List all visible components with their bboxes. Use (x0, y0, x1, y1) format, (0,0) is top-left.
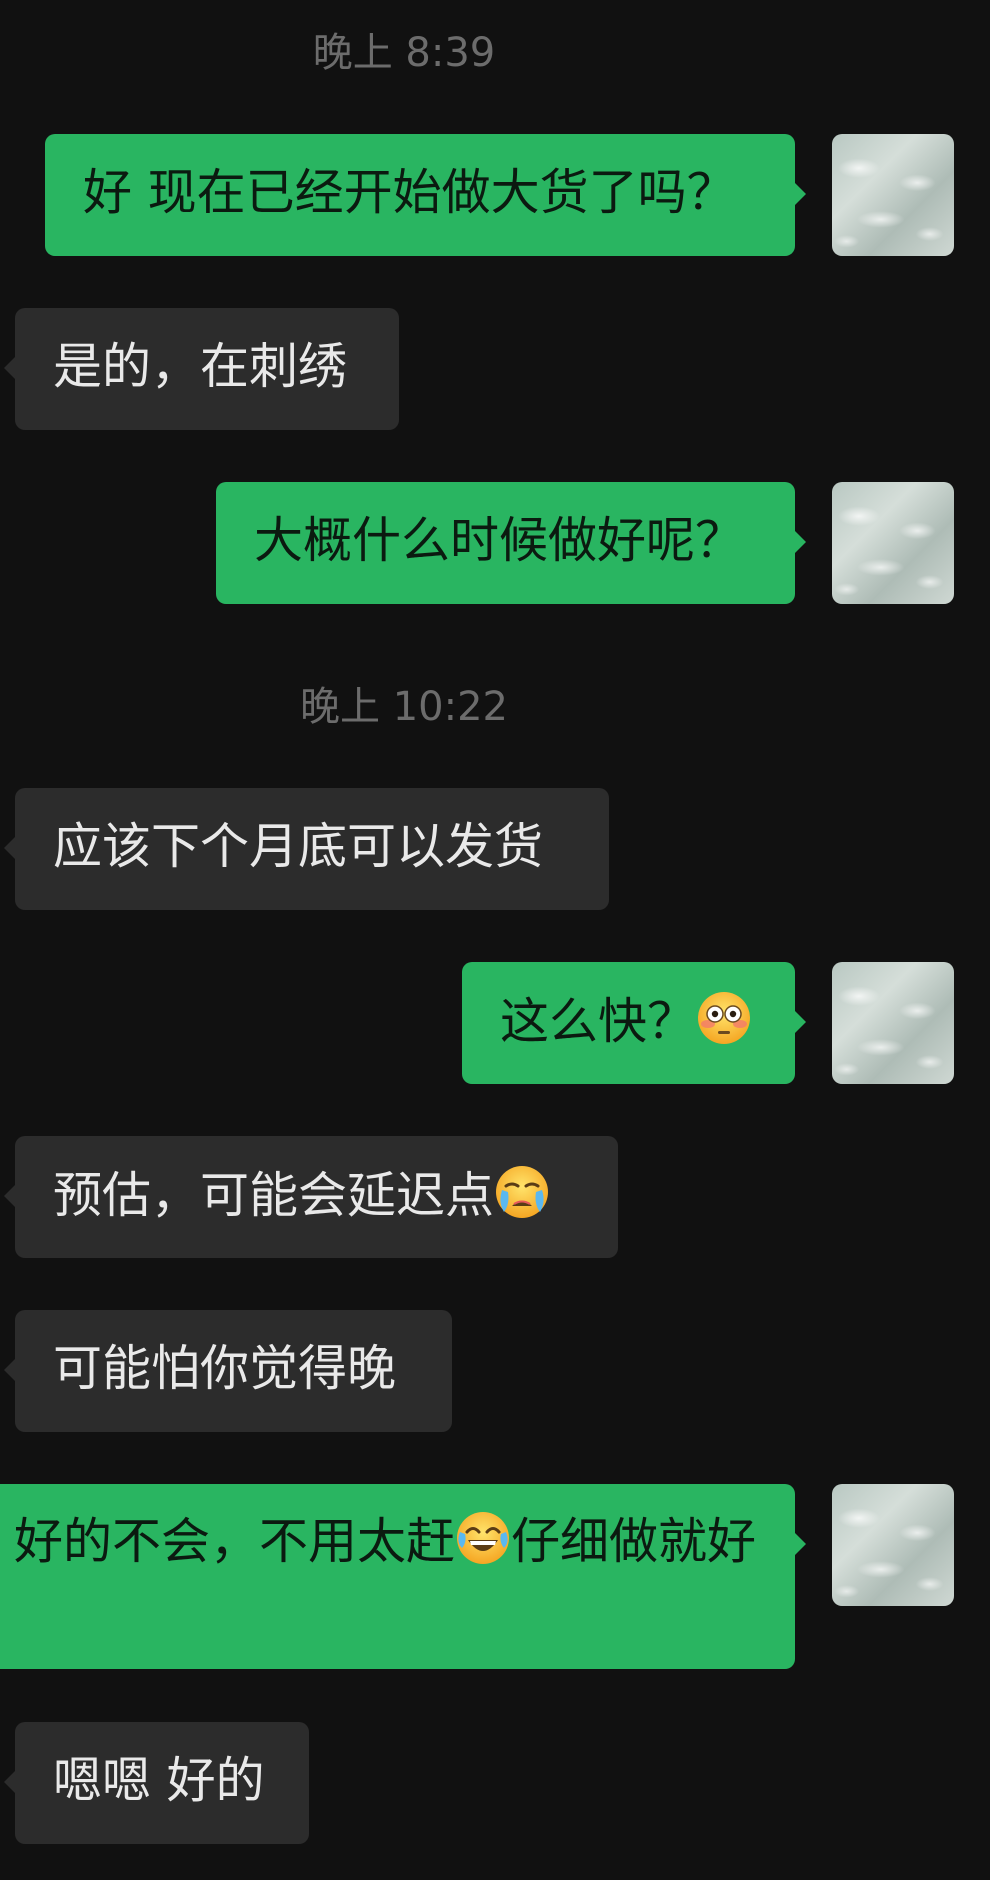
flushed-face-emoji-icon (696, 990, 752, 1046)
outgoing-message-bubble[interactable]: 这么快？ (462, 962, 806, 1084)
message-text: 大概什么时候做好呢？ (254, 512, 745, 569)
message-text: 好的不会，不用太赶 (14, 1513, 456, 1570)
message-text: 可能怕你觉得晚 (53, 1340, 397, 1397)
outgoing-message-bubble[interactable]: 大概什么时候做好呢？ (216, 482, 806, 604)
timestamp: 晚上 10:22 (300, 684, 508, 730)
incoming-message-bubble[interactable]: 可能怕你觉得晚 (4, 1310, 452, 1432)
tears-of-joy-emoji-icon (455, 1510, 511, 1566)
self-avatar[interactable] (832, 134, 954, 256)
self-avatar[interactable] (832, 962, 954, 1084)
self-avatar[interactable] (832, 482, 954, 604)
outgoing-message-bubble[interactable]: 好 现在已经开始做大货了吗？ (45, 134, 806, 256)
incoming-message-bubble[interactable]: 嗯嗯 好的 (4, 1722, 309, 1844)
incoming-message-bubble[interactable]: 应该下个月底可以发货 (4, 788, 609, 910)
incoming-message-bubble[interactable]: 是的，在刺绣 (4, 308, 399, 430)
incoming-message-bubble[interactable]: 预估，可能会延迟点 (4, 1136, 618, 1258)
message-text: 这么快？ (500, 993, 697, 1050)
message-text: 仔细做就好 (511, 1513, 757, 1570)
crying-face-emoji-icon (494, 1164, 550, 1220)
timestamp: 晚上 8:39 (312, 30, 496, 76)
message-text: 应该下个月底可以发货 (53, 818, 544, 875)
message-text: 是的，在刺绣 (53, 338, 348, 395)
self-avatar[interactable] (832, 1484, 954, 1606)
message-text: 好 现在已经开始做大货了吗？ (83, 164, 736, 221)
message-text: 嗯嗯 好的 (53, 1752, 265, 1809)
outgoing-message-bubble[interactable]: 好的不会，不用太赶 仔细做就好 (0, 1484, 806, 1669)
message-text: 预估，可能会延迟点 (53, 1167, 495, 1224)
